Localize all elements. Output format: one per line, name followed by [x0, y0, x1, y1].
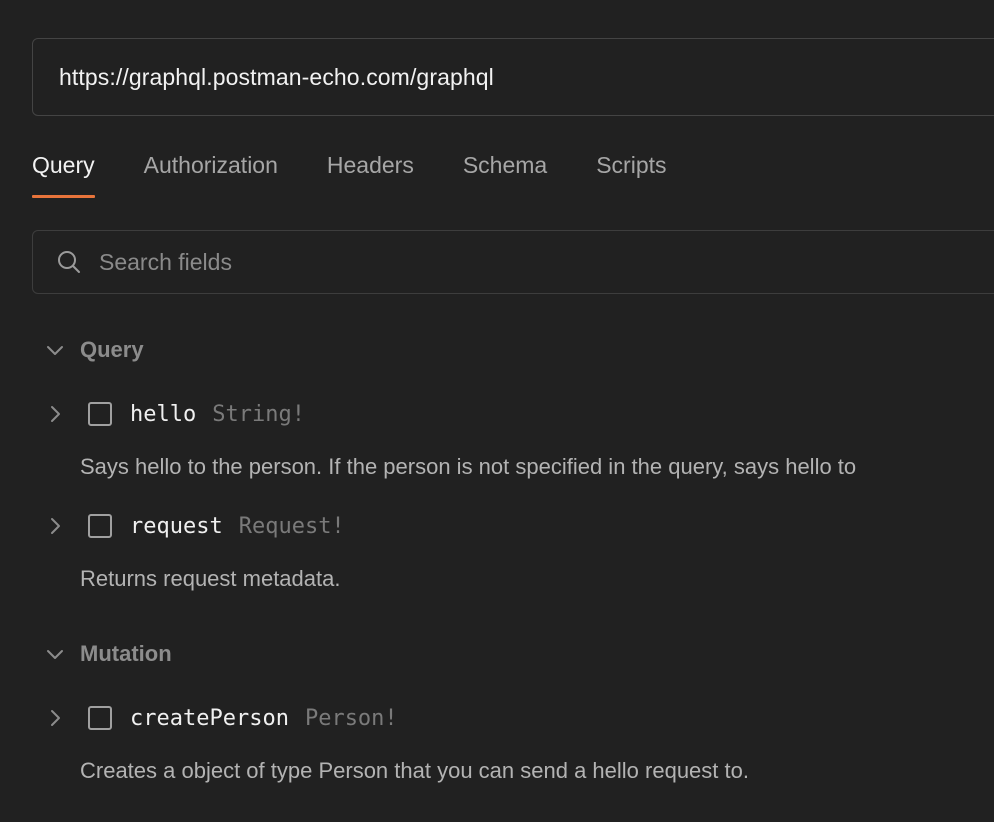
field-row-hello[interactable]: hello String!: [44, 397, 305, 431]
field-row-request[interactable]: request Request!: [44, 509, 345, 543]
field-checkbox[interactable]: [88, 402, 112, 426]
field-name: createPerson: [130, 705, 289, 731]
search-input[interactable]: [97, 247, 801, 277]
url-input[interactable]: https://graphql.postman-echo.com/graphql: [32, 38, 994, 116]
url-text[interactable]: https://graphql.postman-echo.com/graphql: [59, 64, 494, 91]
search-fields-box[interactable]: [32, 230, 994, 294]
field-type: Person!: [304, 705, 398, 731]
field-name: hello: [130, 401, 197, 427]
tab-query[interactable]: Query: [32, 140, 95, 198]
search-icon: [58, 251, 80, 273]
request-tabs: Query Authorization Headers Schema Scrip…: [32, 140, 716, 200]
field-checkbox[interactable]: [88, 706, 112, 730]
chevron-down-icon[interactable]: [44, 643, 66, 665]
tab-scripts[interactable]: Scripts: [596, 140, 666, 198]
field-description: Returns request metadata.: [80, 566, 341, 591]
section-mutation-header[interactable]: Mutation: [44, 639, 172, 669]
section-title: Query: [80, 337, 144, 362]
chevron-right-icon[interactable]: [44, 707, 66, 729]
section-title: Mutation: [80, 641, 172, 666]
chevron-down-icon[interactable]: [44, 339, 66, 361]
field-name: request: [130, 513, 223, 539]
field-row-createperson[interactable]: createPerson Person!: [44, 701, 398, 735]
tab-headers[interactable]: Headers: [327, 140, 414, 198]
tab-schema[interactable]: Schema: [463, 140, 547, 198]
tab-authorization[interactable]: Authorization: [144, 140, 278, 198]
field-type: String!: [212, 401, 305, 427]
field-description: Creates a object of type Person that you…: [80, 758, 749, 783]
field-description: Says hello to the person. If the person …: [80, 454, 857, 479]
field-type: Request!: [238, 513, 345, 539]
section-query-header[interactable]: Query: [44, 335, 144, 365]
chevron-right-icon[interactable]: [44, 515, 66, 537]
field-checkbox[interactable]: [88, 514, 112, 538]
chevron-right-icon[interactable]: [44, 403, 66, 425]
graphql-query-builder: https://graphql.postman-echo.com/graphql…: [0, 0, 994, 822]
